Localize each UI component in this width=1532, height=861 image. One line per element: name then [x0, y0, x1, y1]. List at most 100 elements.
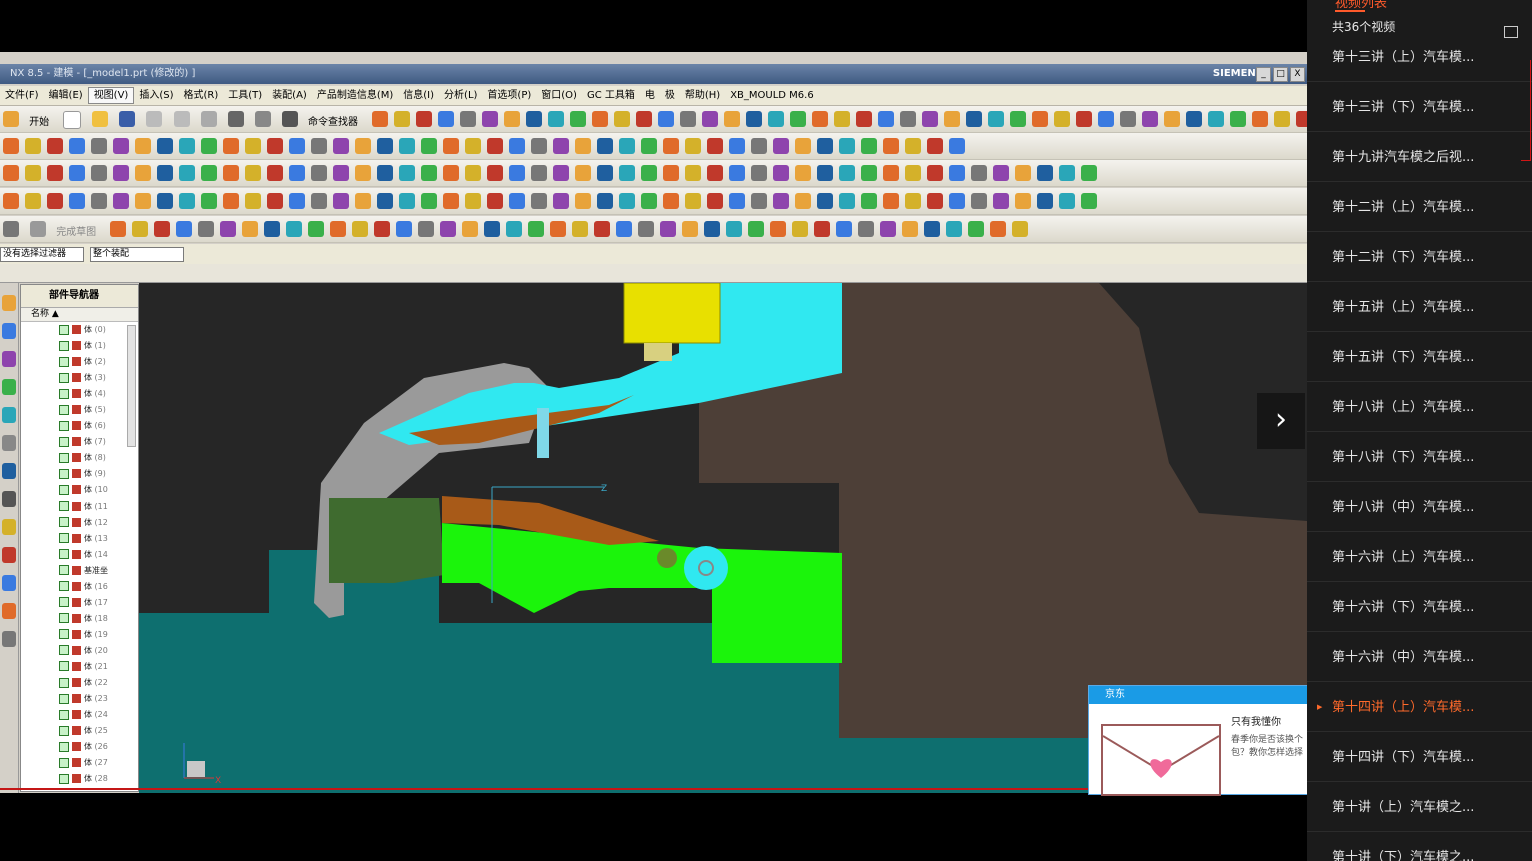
toolbar-tool-icon[interactable]: [179, 165, 195, 181]
menu-item[interactable]: 窗口(O): [536, 86, 582, 105]
toolbar-tool-icon[interactable]: [333, 165, 349, 181]
playlist-item[interactable]: 第十三讲（上）汽车模...: [1307, 33, 1532, 82]
menu-item[interactable]: 装配(A): [267, 86, 312, 105]
toolbar-tool-icon[interactable]: [594, 221, 611, 237]
save-icon[interactable]: [119, 111, 136, 127]
toolbar-tool-icon[interactable]: [47, 193, 63, 209]
toolbar-tool-icon[interactable]: [509, 138, 525, 154]
ad-popup[interactable]: 京东 只有我懂你 春季你是否该换个包？教你怎样选择: [1088, 685, 1307, 796]
playlist-item[interactable]: 第十九讲汽车模之后视...: [1307, 133, 1532, 182]
toolbar-tool-icon[interactable]: [396, 221, 413, 237]
toolbar-tool-icon[interactable]: [487, 138, 503, 154]
toolbar-tool-icon[interactable]: [553, 138, 569, 154]
toolbar-tool-icon[interactable]: [548, 111, 565, 127]
playlist-item[interactable]: 第十三讲（下）汽车模...: [1307, 83, 1532, 132]
toolbar-tool-icon[interactable]: [966, 111, 983, 127]
toolbar-tool-icon[interactable]: [220, 221, 237, 237]
resource-tab-icon[interactable]: [2, 407, 16, 423]
toolbar-tool-icon[interactable]: [91, 165, 107, 181]
toolbar-tool-icon[interactable]: [416, 111, 433, 127]
toolbar-tool-icon[interactable]: [949, 138, 965, 154]
toolbar-tool-icon[interactable]: [817, 165, 833, 181]
toolbar-tool-icon[interactable]: [91, 138, 107, 154]
toolbar-tool-icon[interactable]: [1296, 111, 1307, 127]
toolbar-tool-icon[interactable]: [993, 193, 1009, 209]
toolbar-tool-icon[interactable]: [1081, 165, 1097, 181]
finish-sketch-icon[interactable]: [30, 221, 47, 237]
toolbar-tool-icon[interactable]: [839, 193, 855, 209]
toolbar-tool-icon[interactable]: [927, 165, 943, 181]
toolbar-tool-icon[interactable]: [531, 193, 547, 209]
toolbar-tool-icon[interactable]: [993, 165, 1009, 181]
toolbar-tool-icon[interactable]: [968, 221, 985, 237]
toolbar-tool-icon[interactable]: [1208, 111, 1225, 127]
toolbar-tool-icon[interactable]: [748, 221, 765, 237]
toolbar-tool-icon[interactable]: [572, 221, 589, 237]
toolbar-tool-icon[interactable]: [988, 111, 1005, 127]
navigator-row[interactable]: 体 (23: [21, 691, 138, 707]
toolbar-tool-icon[interactable]: [795, 193, 811, 209]
toolbar-tool-icon[interactable]: [69, 165, 85, 181]
visibility-checkbox[interactable]: [59, 468, 69, 479]
toolbar-tool-icon[interactable]: [729, 165, 745, 181]
toolbar-tool-icon[interactable]: [355, 193, 371, 209]
toolbar-tool-icon[interactable]: [861, 165, 877, 181]
toolbar-tool-icon[interactable]: [443, 138, 459, 154]
menu-item[interactable]: 电: [640, 86, 660, 105]
toolbar-tool-icon[interactable]: [132, 221, 149, 237]
toolbar-tool-icon[interactable]: [47, 165, 63, 181]
toolbar-tool-icon[interactable]: [773, 138, 789, 154]
toolbar-tool-icon[interactable]: [528, 221, 545, 237]
visibility-checkbox[interactable]: [59, 517, 69, 528]
toolbar-tool-icon[interactable]: [619, 165, 635, 181]
toolbar-tool-icon[interactable]: [636, 111, 653, 127]
visibility-checkbox[interactable]: [59, 420, 69, 431]
toolbar-tool-icon[interactable]: [1032, 111, 1049, 127]
toolbar-tool-icon[interactable]: [751, 138, 767, 154]
toolbar-tool-icon[interactable]: [905, 193, 921, 209]
toolbar-tool-icon[interactable]: [531, 165, 547, 181]
toolbar-tool-icon[interactable]: [487, 165, 503, 181]
resource-tab-icon[interactable]: [2, 603, 16, 619]
toolbar-tool-icon[interactable]: [707, 193, 723, 209]
toolbar-tool-icon[interactable]: [927, 138, 943, 154]
visibility-checkbox[interactable]: [59, 501, 69, 512]
new-file-icon[interactable]: [63, 111, 82, 129]
toolbar-tool-icon[interactable]: [792, 221, 809, 237]
visibility-checkbox[interactable]: [59, 549, 69, 560]
visibility-checkbox[interactable]: [59, 356, 69, 367]
visibility-checkbox[interactable]: [59, 693, 69, 704]
redo-icon[interactable]: [254, 111, 271, 127]
toolbar-tool-icon[interactable]: [900, 111, 917, 127]
toolbar-tool-icon[interactable]: [597, 138, 613, 154]
toolbar-tool-icon[interactable]: [550, 221, 567, 237]
toolbar-tool-icon[interactable]: [663, 165, 679, 181]
toolbar-tool-icon[interactable]: [641, 138, 657, 154]
toolbar-tool-icon[interactable]: [509, 165, 525, 181]
start-icon[interactable]: [3, 111, 19, 127]
sketch-icon[interactable]: [3, 221, 19, 237]
playlist-item[interactable]: 第十五讲（下）汽车模...: [1307, 333, 1532, 382]
toolbar-tool-icon[interactable]: [465, 193, 481, 209]
toolbar-tool-icon[interactable]: [179, 193, 195, 209]
command-finder-icon[interactable]: [281, 111, 298, 127]
resource-tab-icon[interactable]: [2, 295, 16, 311]
toolbar-tool-icon[interactable]: [839, 165, 855, 181]
navigator-row[interactable]: 体 (7): [21, 434, 138, 450]
toolbar-tool-icon[interactable]: [289, 165, 305, 181]
selection-filter-dropdown[interactable]: 没有选择过滤器: [0, 247, 84, 262]
toolbar-tool-icon[interactable]: [878, 111, 895, 127]
navigator-row[interactable]: 体 (13: [21, 531, 138, 547]
playlist-item[interactable]: 第十二讲（下）汽车模...: [1307, 233, 1532, 282]
toolbar-tool-icon[interactable]: [658, 111, 675, 127]
navigator-row[interactable]: 体 (18: [21, 611, 138, 627]
toolbar-tool-icon[interactable]: [289, 138, 305, 154]
toolbar-tool-icon[interactable]: [242, 221, 259, 237]
sidebar-scrollbar[interactable]: [1521, 60, 1531, 161]
toolbar-tool-icon[interactable]: [399, 193, 415, 209]
playlist-item[interactable]: 第十六讲（上）汽车模...: [1307, 533, 1532, 582]
playlist-item[interactable]: 第十六讲（下）汽车模...: [1307, 583, 1532, 632]
toolbar-tool-icon[interactable]: [394, 111, 411, 127]
toolbar-tool-icon[interactable]: [526, 111, 543, 127]
toolbar-tool-icon[interactable]: [1120, 111, 1137, 127]
